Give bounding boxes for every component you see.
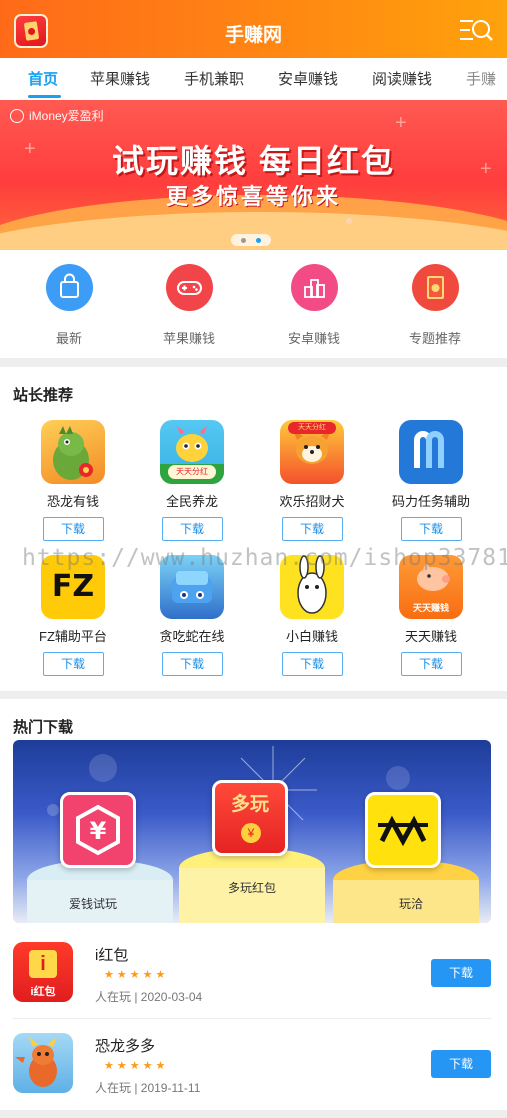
- featured-label: 多玩红包: [227, 881, 276, 895]
- shopping-bag-icon: [45, 264, 93, 311]
- list-item-meta: 人在玩 | 2020-03-04: [95, 990, 203, 1004]
- app-badge: 天天分红: [168, 465, 216, 479]
- svg-text:¥: ¥: [90, 817, 107, 845]
- menu-search-icon[interactable]: [459, 18, 493, 42]
- list-item[interactable]: i i红包 i红包 ★★★★★ 人在玩 | 2020-03-04 下载: [0, 932, 507, 1022]
- wanqia-logo-icon[interactable]: [365, 792, 441, 868]
- category-android-earn[interactable]: 安卓赚钱: [259, 264, 369, 347]
- carousel-dots[interactable]: [231, 234, 271, 246]
- hot-featured-banner: ¥ 多玩 ¥ 爱钱试玩 多玩红包 玩洽: [13, 740, 491, 923]
- app-badge: 天天赚钱: [412, 603, 449, 613]
- list-item-name: i红包: [95, 947, 129, 964]
- category-featured[interactable]: 专题推荐: [380, 264, 490, 347]
- list-item[interactable]: 恐龙多多 ★★★★★ 人在玩 | 2019-11-11 下载: [0, 1023, 507, 1113]
- rating-stars: ★★★★★: [104, 969, 169, 981]
- category-apple-earn[interactable]: 苹果赚钱: [134, 264, 244, 347]
- tab-home[interactable]: 首页: [28, 68, 58, 89]
- divider: [13, 1018, 491, 1019]
- app-name: 小白赚钱: [285, 629, 338, 644]
- app-name: 贪吃蛇在线: [159, 629, 225, 644]
- tab-apple-earn[interactable]: 苹果赚钱: [90, 68, 150, 89]
- app-card[interactable]: 小白赚钱 下载: [257, 555, 367, 676]
- fz-logo-text: FZ: [51, 569, 95, 604]
- duowan-logo-text: 多玩: [230, 794, 269, 815]
- app-name: 码力任务辅助: [391, 494, 470, 509]
- app-card[interactable]: 恐龙有钱 下载: [18, 420, 128, 541]
- dog-icon: 天天分红: [280, 420, 344, 484]
- featured-label: 爱钱试玩: [68, 897, 117, 911]
- rating-stars: ★★★★★: [104, 1060, 169, 1072]
- category-shortcuts: 最新 苹果赚钱 安卓赚钱 专题推荐: [0, 250, 507, 358]
- i-letter-icon: i: [29, 950, 57, 978]
- app-header: 手赚网: [0, 0, 507, 58]
- app-card[interactable]: 天天分红 欢乐招财犬 下载: [257, 420, 367, 541]
- banner-brand-text: iMoney爱盈利: [29, 109, 104, 123]
- category-latest[interactable]: 最新: [14, 264, 124, 347]
- gamepad-icon: [165, 264, 213, 311]
- section-title: 站长推荐: [13, 387, 74, 404]
- coin-decoration: ●: [345, 212, 354, 228]
- download-button[interactable]: 下载: [431, 1050, 491, 1078]
- i-envelope-logo-text: i红包: [30, 986, 56, 998]
- app-card[interactable]: FZ FZ辅助平台 下载: [18, 555, 128, 676]
- download-button[interactable]: 下载: [281, 517, 343, 541]
- carousel-dot[interactable]: [241, 238, 246, 243]
- app-name: 欢乐招财犬: [279, 494, 345, 509]
- download-button[interactable]: 下载: [400, 517, 462, 541]
- i-envelope-icon: i i红包: [13, 942, 73, 1002]
- coin-icon: ¥: [241, 823, 261, 843]
- download-button[interactable]: 下载: [161, 517, 223, 541]
- plus-decoration: +: [395, 112, 407, 134]
- tab-active-indicator: [28, 95, 61, 98]
- category-tabs: 首页 苹果赚钱 手机兼职 安卓赚钱 阅读赚钱 手赚: [0, 58, 507, 100]
- list-item-name: 恐龙多多: [95, 1038, 156, 1055]
- download-button[interactable]: 下载: [281, 652, 343, 676]
- category-label: 专题推荐: [408, 331, 461, 346]
- banner-headline: 试玩赚钱 每日红包: [112, 143, 395, 179]
- yen-hexagon-icon[interactable]: ¥: [60, 792, 136, 868]
- app-name: 恐龙有钱: [46, 494, 99, 509]
- section-title: 热门下载: [13, 719, 74, 736]
- watermark: https://www.huzhan.com/ishop33781: [22, 545, 507, 571]
- tab-mobile-parttime[interactable]: 手机兼职: [184, 68, 244, 89]
- featured-label: 玩洽: [398, 897, 423, 911]
- category-label: 苹果赚钱: [162, 331, 215, 346]
- download-button[interactable]: 下载: [161, 652, 223, 676]
- download-button[interactable]: 下载: [431, 959, 491, 987]
- app-card[interactable]: 贪吃蛇在线 下载: [137, 555, 247, 676]
- duowan-envelope-icon[interactable]: 多玩 ¥: [212, 780, 288, 856]
- app-card[interactable]: 天天赚钱 天天赚钱 下载: [376, 555, 486, 676]
- category-label: 安卓赚钱: [287, 331, 340, 346]
- podium-icon: [290, 264, 338, 311]
- recommend-section: 站长推荐 恐龙有钱 下载 天天分红 全民养龙 下载 天天分红 欢乐招财犬 下载 …: [0, 367, 507, 691]
- app-card[interactable]: 码力任务辅助 下载: [376, 420, 486, 541]
- category-label: 最新: [55, 331, 82, 346]
- tab-reading-earn[interactable]: 阅读赚钱: [372, 68, 432, 89]
- dragon-icon: 天天分红: [160, 420, 224, 484]
- app-name: 天天赚钱: [404, 629, 457, 644]
- dragon-red-icon: [13, 1033, 73, 1093]
- promo-banner[interactable]: + + + ● iMoney爱盈利 试玩赚钱 每日红包 更多惊喜等你来: [0, 100, 507, 250]
- app-badge: 天天分红: [288, 422, 336, 434]
- coin-icon: [10, 109, 24, 123]
- tab-android-earn[interactable]: 安卓赚钱: [278, 68, 338, 89]
- app-title: 手赚网: [224, 25, 282, 46]
- dinosaur-icon: [41, 420, 105, 484]
- download-button[interactable]: 下载: [42, 652, 104, 676]
- m-logo-icon: [399, 420, 463, 484]
- banner-brand: iMoney爱盈利: [10, 107, 104, 124]
- tab-more[interactable]: 手赚: [466, 68, 496, 89]
- app-name: 全民养龙: [165, 494, 218, 509]
- list-item-meta: 人在玩 | 2019-11-11: [95, 1081, 201, 1095]
- carousel-dot-active[interactable]: [256, 238, 261, 243]
- download-button[interactable]: 下载: [42, 517, 104, 541]
- app-card[interactable]: 天天分红 全民养龙 下载: [137, 420, 247, 541]
- app-name: FZ辅助平台: [39, 629, 107, 644]
- banner-subline: 更多惊喜等你来: [165, 184, 341, 209]
- red-envelope-icon: [411, 264, 459, 311]
- download-button[interactable]: 下载: [400, 652, 462, 676]
